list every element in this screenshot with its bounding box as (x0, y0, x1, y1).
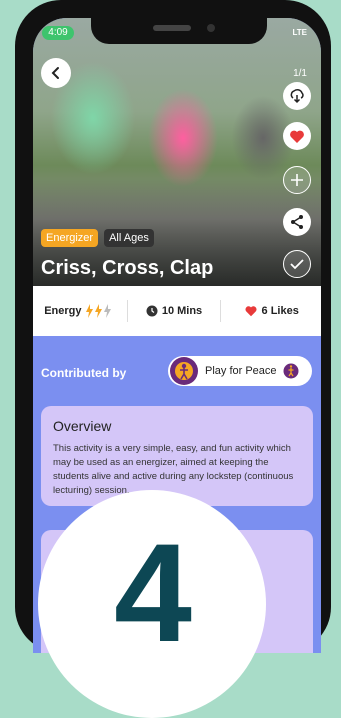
energy-label: Energy (44, 305, 82, 317)
contributor-name: Play for Peace (205, 365, 277, 377)
overview-text: This activity is a very simple, easy, an… (53, 443, 294, 496)
play-for-peace-logo-icon (170, 357, 198, 385)
heart-icon (290, 130, 304, 143)
clock-icon (146, 305, 158, 317)
contributed-by-heading: Contributed by (41, 366, 127, 380)
duration-stat: 10 Mins (126, 300, 221, 322)
speaker-grill (153, 25, 191, 31)
download-button[interactable] (283, 82, 311, 110)
duration-value: 10 Mins (161, 305, 203, 317)
front-camera (207, 24, 215, 32)
contributor-pill[interactable]: Play for Peace (168, 356, 312, 386)
back-button[interactable] (41, 58, 71, 88)
plus-icon (291, 174, 303, 186)
overview-heading: Overview (53, 418, 112, 434)
stats-bar: Energy 10 Mins 6 Likes (33, 286, 321, 336)
add-button[interactable] (283, 166, 311, 194)
activity-title: Criss, Cross, Clap (41, 257, 214, 279)
share-button[interactable] (283, 208, 311, 236)
energy-stat: Energy (33, 300, 127, 322)
back-icon (51, 67, 59, 79)
lightning-icon (86, 304, 112, 318)
play-for-peace-logo-icon (283, 363, 299, 379)
tag-list: Energizer All Ages (41, 229, 154, 247)
check-icon (290, 259, 304, 270)
share-icon (291, 215, 303, 229)
status-network: LTE (292, 28, 307, 37)
step-number: 4 (114, 514, 192, 671)
heart-icon (244, 306, 257, 317)
tag-energizer[interactable]: Energizer (41, 229, 99, 247)
overview-card: Overview This activity is a very simple,… (41, 406, 313, 506)
likes-value: 6 Likes (261, 305, 299, 317)
mark-done-button[interactable] (283, 250, 311, 278)
image-counter: 1/1 (293, 68, 307, 79)
tag-all-ages[interactable]: All Ages (104, 229, 154, 247)
download-icon (290, 89, 304, 104)
status-time: 4:09 (42, 26, 74, 40)
phone-notch (91, 18, 267, 44)
likes-stat: 6 Likes (220, 300, 321, 322)
like-button[interactable] (283, 122, 311, 150)
